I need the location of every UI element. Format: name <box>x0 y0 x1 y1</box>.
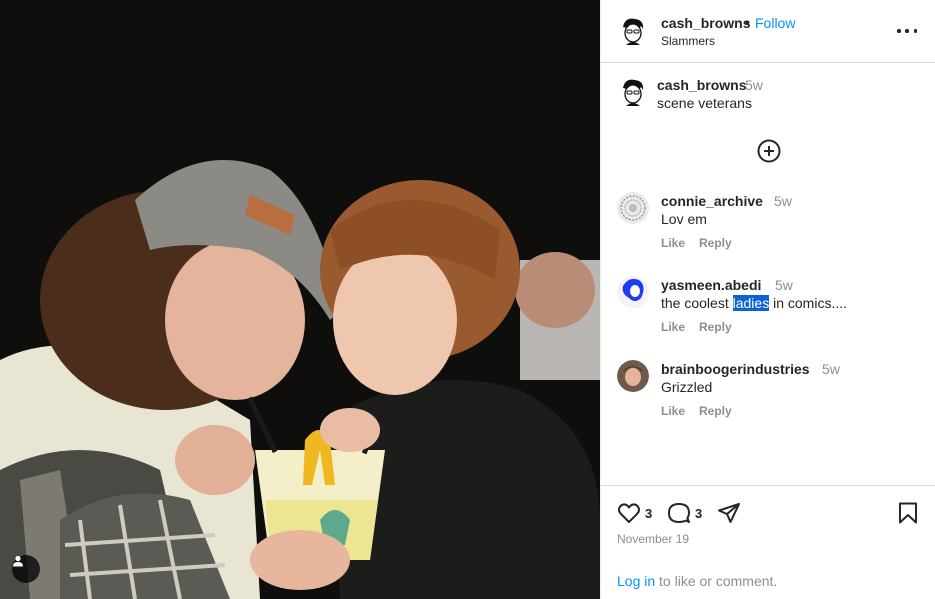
more-options-icon[interactable] <box>897 24 917 38</box>
reply-comment-button[interactable]: Reply <box>699 404 732 418</box>
comment-icon <box>668 503 690 523</box>
comment-text-part: the coolest <box>661 295 733 311</box>
comment-time[interactable]: 5w <box>775 277 793 293</box>
login-prompt-text: to like or comment. <box>655 573 778 589</box>
login-prompt: Log in to like or comment. <box>617 573 777 589</box>
post-location[interactable]: Slammers <box>661 34 715 48</box>
caption-time[interactable]: 5w <box>745 77 763 93</box>
post-photo <box>0 0 600 599</box>
bookmark-icon <box>899 502 917 524</box>
like-comment-button[interactable]: Like <box>661 404 685 418</box>
avatar-drawing <box>617 192 649 224</box>
comment-actions: Like Reply <box>661 320 732 334</box>
avatar-drawing <box>617 76 649 108</box>
like-comment-button[interactable]: Like <box>661 236 685 250</box>
comment-text: the coolest ladies in comics.... <box>661 295 847 311</box>
caption-text: scene veterans <box>657 95 752 111</box>
user-tag-icon <box>13 555 23 567</box>
selected-text: ladies <box>732 295 770 311</box>
post-header: cash_browns • Follow Slammers <box>601 0 935 63</box>
heart-icon <box>618 503 640 523</box>
commenter-avatar[interactable] <box>617 360 649 392</box>
post-date[interactable]: November 19 <box>617 532 689 546</box>
reply-comment-button[interactable]: Reply <box>699 320 732 334</box>
comment-text: Grizzled <box>661 379 713 395</box>
comment-actions: Like Reply <box>661 236 732 250</box>
commenter-name[interactable]: connie_archive <box>661 193 763 209</box>
comment-time[interactable]: 5w <box>774 193 792 209</box>
follow-button[interactable]: Follow <box>755 15 795 31</box>
user-tag-button[interactable] <box>12 555 40 583</box>
avatar-drawing <box>617 15 649 47</box>
commenter-avatar[interactable] <box>617 276 649 308</box>
like-count[interactable]: 3 <box>645 506 652 521</box>
caption-avatar[interactable] <box>617 76 649 108</box>
author-avatar[interactable] <box>617 15 649 47</box>
comment-item: brainboogerindustries 5w Grizzled Like R… <box>617 360 927 430</box>
commenter-name[interactable]: yasmeen.abedi <box>661 277 761 293</box>
separator-dot: • <box>745 14 750 30</box>
avatar-drawing <box>617 360 649 392</box>
caption-author[interactable]: cash_browns <box>657 77 746 93</box>
comment-time[interactable]: 5w <box>822 361 840 377</box>
post-actions-bar: 3 3 November 19 Log in to like or commen… <box>601 485 935 599</box>
comment-count[interactable]: 3 <box>695 506 702 521</box>
commenter-avatar[interactable] <box>617 192 649 224</box>
comment-button[interactable]: 3 <box>667 500 702 526</box>
comment-text-part: in comics.... <box>769 295 847 311</box>
avatar-drawing <box>617 276 649 308</box>
reply-comment-button[interactable]: Reply <box>699 236 732 250</box>
share-button[interactable] <box>717 500 741 526</box>
comment-item: yasmeen.abedi 5w the coolest ladies in c… <box>617 276 927 346</box>
load-more-comments-button[interactable] <box>757 139 781 163</box>
photo-illustration <box>0 0 600 599</box>
author-name[interactable]: cash_browns <box>661 15 750 31</box>
share-icon <box>718 503 740 523</box>
add-circle-icon <box>757 139 781 163</box>
like-button[interactable]: 3 <box>617 500 652 526</box>
login-link[interactable]: Log in <box>617 573 655 589</box>
post-caption: cash_browns 5w scene veterans <box>617 76 917 116</box>
comment-text: Lov em <box>661 211 707 227</box>
commenter-name[interactable]: brainboogerindustries <box>661 361 810 377</box>
save-button[interactable] <box>896 500 920 526</box>
post-side-panel: cash_browns • Follow Slammers cash_brown… <box>600 0 935 599</box>
comment-actions: Like Reply <box>661 404 732 418</box>
like-comment-button[interactable]: Like <box>661 320 685 334</box>
comment-item: connie_archive 5w Lov em Like Reply <box>617 192 927 262</box>
